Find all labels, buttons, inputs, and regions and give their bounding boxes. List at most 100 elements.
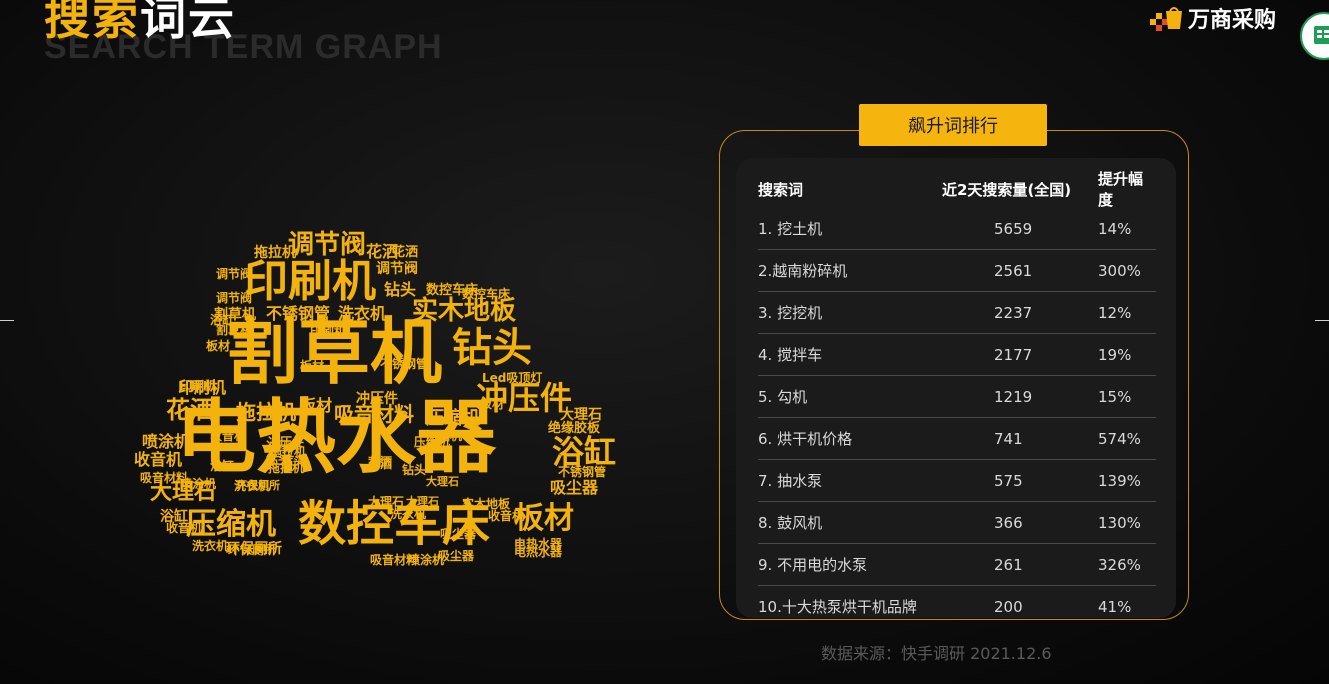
cloud-word: 大理石	[368, 495, 405, 509]
row-volume: 741	[994, 429, 1023, 448]
ranking-table: 搜索词 近2天搜索量(全国) 提升幅度 1. 挖土机 5659 14% 2.越南…	[758, 170, 1156, 627]
cloud-word: 压缩机	[426, 429, 463, 443]
row-growth: 139%	[1098, 471, 1141, 490]
row-volume: 200	[994, 597, 1023, 616]
table-row: 9. 不用电的水泵 261 326%	[758, 544, 1156, 586]
row-growth: 326%	[1098, 555, 1141, 574]
table-row: 4. 搅拌车 2177 19%	[758, 334, 1156, 376]
row-term: 1. 挖土机	[758, 220, 823, 238]
edge-tick-left	[0, 320, 14, 321]
cloud-word: 喷涂机	[142, 432, 191, 451]
table-row: 1. 挖土机 5659 14%	[758, 208, 1156, 250]
cloud-word: 吸尘器	[550, 478, 599, 497]
cloud-word: 拖拉机	[236, 400, 296, 424]
row-term: 6. 烘干机价格	[758, 430, 853, 448]
cloud-word: 钻头	[282, 455, 304, 468]
row-term: 10.十大热泵烘干机品牌	[758, 598, 917, 616]
header-growth: 提升幅度	[1098, 170, 1144, 209]
data-source-note: 数据来源：快手调研 2021.12.6	[821, 644, 1052, 663]
row-term: 8. 鼓风机	[758, 514, 823, 532]
row-growth: 14%	[1098, 219, 1132, 238]
cloud-word: 钻头	[384, 280, 417, 299]
page-title-part1: 搜索	[44, 0, 140, 45]
row-volume: 2237	[994, 303, 1033, 322]
cloud-word: 洗衣机	[192, 539, 229, 553]
cloud-word: 不锈钢管	[558, 465, 607, 479]
row-volume: 5659	[994, 219, 1033, 238]
cloud-word: 板材	[300, 359, 325, 373]
header-search-volume: 近2天搜索量(全国)	[942, 180, 1072, 199]
row-term: 4. 搅拌车	[758, 346, 823, 364]
cloud-word: 冲压件	[356, 391, 398, 407]
cloud-word: 调节阀	[216, 267, 253, 281]
row-term: 5. 勾机	[758, 388, 808, 406]
spreadsheet-button[interactable]	[1300, 12, 1329, 60]
row-growth: 12%	[1098, 303, 1132, 322]
cloud-word: 绝缘胶板	[548, 421, 601, 436]
row-growth: 15%	[1098, 387, 1132, 406]
row-volume: 366	[994, 513, 1023, 532]
cloud-word: 大理石	[406, 495, 439, 508]
cloud-word: 浴缸	[210, 459, 235, 473]
cloud-word: 浴缸	[552, 433, 617, 471]
row-term: 9. 不用电的水泵	[758, 556, 868, 574]
spreadsheet-grid-icon	[1314, 26, 1329, 44]
cloud-word: 实木地板	[412, 296, 517, 326]
cloud-word: 环保厕所	[228, 543, 277, 557]
cloud-word: 不锈钢管	[266, 304, 331, 323]
cloud-word: 印刷机	[310, 325, 347, 339]
table-row: 3. 挖挖机 2237 12%	[758, 292, 1156, 334]
row-volume: 575	[994, 471, 1023, 490]
cloud-word: 吸尘器	[440, 527, 477, 541]
cloud-word: 拖拉机	[254, 245, 296, 261]
cloud-word: 印刷机	[244, 256, 376, 307]
edge-tick-right	[1315, 320, 1329, 321]
cloud-word: 花洒	[392, 245, 419, 260]
row-growth: 574%	[1098, 429, 1141, 448]
brand-logo-group: 万商采购	[1150, 2, 1276, 34]
cloud-word: 数控车床	[462, 287, 511, 301]
cloud-word: 板材	[206, 339, 231, 353]
cloud-word: 喷涂机	[180, 477, 217, 491]
row-growth: 300%	[1098, 261, 1141, 280]
cloud-word: 压缩机	[426, 408, 480, 429]
cloud-word: 收音机	[488, 509, 525, 523]
cloud-word: 调节阀	[288, 230, 367, 260]
row-term: 3. 挖挖机	[758, 304, 823, 322]
table-header-row: 搜索词 近2天搜索量(全国) 提升幅度	[758, 170, 1156, 209]
table-row: 2.越南粉碎机 2561 300%	[758, 250, 1156, 292]
table-row: 5. 勾机 1219 15%	[758, 376, 1156, 418]
cloud-word: 割草机	[216, 323, 253, 337]
cloud-word: 大理石	[426, 475, 459, 488]
cloud-word: 环保厕所	[236, 479, 280, 492]
row-volume: 261	[994, 555, 1023, 574]
page-title-part2: 词云	[140, 0, 236, 45]
cloud-word: 大理石	[560, 407, 602, 423]
row-volume: 1219	[994, 387, 1033, 406]
cloud-word: Led吸顶灯	[482, 371, 543, 385]
row-growth: 130%	[1098, 513, 1141, 532]
cloud-word: 花洒	[368, 457, 393, 471]
cloud-word: 吸音材料	[334, 402, 414, 426]
table-row: 10.十大热泵烘干机品牌 200 41%	[758, 586, 1156, 627]
cloud-word: 收音机	[134, 450, 183, 469]
cloud-word: 调节阀	[216, 291, 253, 305]
cloud-word: 电热水器	[514, 545, 563, 559]
cloud-word: 收音机	[210, 429, 247, 443]
row-term: 7. 抽水泵	[758, 472, 823, 490]
cloud-word: 印刷机	[180, 379, 217, 393]
table-row: 6. 烘干机价格 741 574%	[758, 418, 1156, 460]
cloud-word: 收音机	[166, 521, 203, 535]
table-row: 7. 抽水泵 575 139%	[758, 460, 1156, 502]
cloud-word: 调节阀	[376, 261, 418, 277]
cloud-word: 洗衣机	[338, 304, 387, 323]
cloud-word: 不锈钢管	[380, 357, 429, 371]
row-growth: 19%	[1098, 345, 1132, 364]
row-term: 2.越南粉碎机	[758, 262, 848, 280]
row-volume: 2561	[994, 261, 1033, 280]
cloud-word: 实木地板	[462, 497, 511, 511]
row-growth: 41%	[1098, 597, 1132, 616]
cloud-word: 钻头	[402, 463, 427, 477]
table-row: 8. 鼓风机 366 130%	[758, 502, 1156, 544]
cloud-word: 板材	[300, 396, 333, 415]
